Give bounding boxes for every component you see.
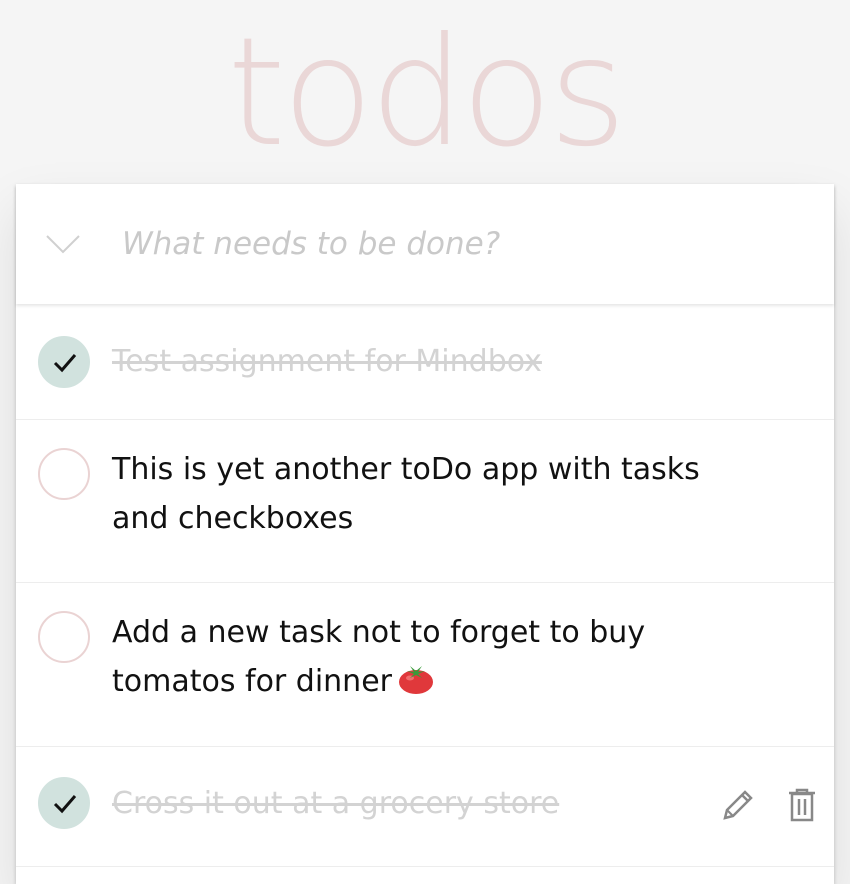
tomato-icon [399,666,433,694]
checkmark-icon [53,354,77,373]
todo-label[interactable]: Cross it out at a grocery store [112,779,712,828]
app-title: todos [227,6,627,180]
todo-item: Add a new task not to forget to buy toma… [16,583,834,747]
todo-checkbox-checked[interactable] [38,777,90,829]
trash-icon[interactable] [786,787,818,827]
checkmark-icon [53,795,77,814]
todo-item: Test assignment for Mindbox [16,304,834,420]
todo-label-container[interactable]: Add a new task not to forget to buy toma… [112,608,712,706]
todo-panel: Test assignment for Mindbox This is yet … [16,184,834,884]
todo-checkbox-checked[interactable] [38,336,90,388]
todo-label: Add a new task not to forget to buy toma… [112,615,646,699]
todo-label[interactable]: Test assignment for Mindbox [112,337,712,386]
todo-checkbox[interactable] [38,448,90,500]
todo-item: Cross it out at a grocery store [16,747,834,867]
toggle-all-chevron-down-icon[interactable] [43,230,83,260]
todo-item: This is yet another toDo app with tasks … [16,420,834,583]
todo-checkbox[interactable] [38,611,90,663]
pencil-icon[interactable] [720,787,756,827]
todo-list: Test assignment for Mindbox This is yet … [16,304,834,867]
todo-label[interactable]: This is yet another toDo app with tasks … [112,445,712,543]
new-todo-row [16,184,834,304]
new-todo-input[interactable] [122,220,802,268]
